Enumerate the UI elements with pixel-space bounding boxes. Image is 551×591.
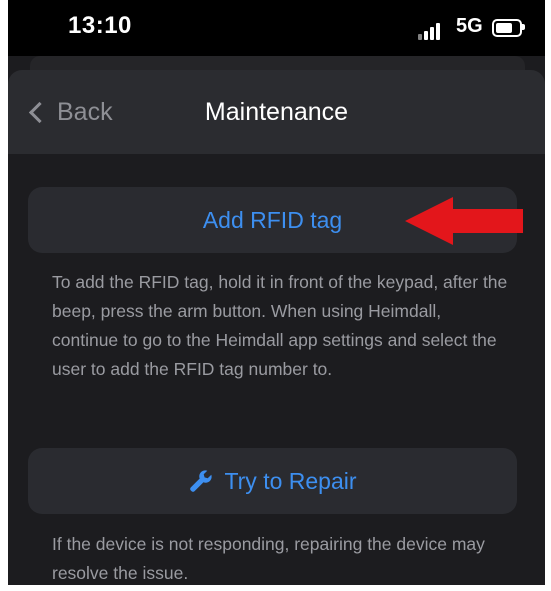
phone-screen: 13:10 5G Back Maintenance Add RFID tag T…: [0, 0, 551, 591]
add-rfid-tag-label: Add RFID tag: [202, 206, 343, 233]
page-title: Maintenance: [204, 98, 349, 126]
cellular-signal-icon: [418, 22, 452, 40]
wrench-icon: [190, 470, 213, 492]
red-arrow-icon: [405, 197, 523, 245]
add-rfid-description: To add the RFID tag, hold it in front of…: [52, 272, 508, 379]
navigation-bar: Back Maintenance: [8, 70, 545, 154]
repair-description: If the device is not responding, repairi…: [52, 534, 485, 583]
repair-card: Try to Repair: [28, 448, 517, 514]
network-type: 5G: [456, 15, 483, 37]
status-time: 13:10: [68, 12, 132, 39]
try-to-repair-label: Try to Repair: [224, 467, 357, 494]
battery-icon: [492, 19, 522, 37]
try-to-repair-button[interactable]: Try to Repair: [28, 448, 517, 514]
image-border: [0, 585, 551, 591]
battery-tip: [522, 24, 525, 30]
